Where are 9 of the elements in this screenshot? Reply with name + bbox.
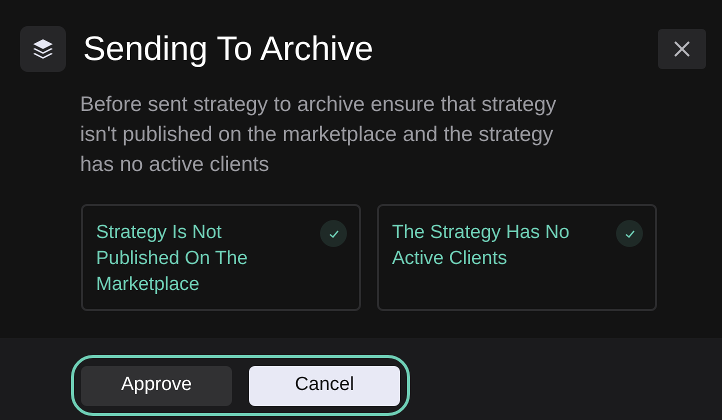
dialog-title: Sending To Archive [83, 32, 374, 66]
dialog-description: Before sent strategy to archive ensure that strategy isn't published on the marketplace and the strategy has no active clients [80, 92, 558, 178]
approve-button[interactable]: Approve [81, 366, 232, 406]
cancel-button[interactable]: Cancel [249, 366, 400, 406]
close-icon [672, 39, 692, 59]
close-button[interactable] [658, 29, 706, 69]
layers-icon [20, 26, 66, 72]
condition-label: The Strategy Has No Active Clients [392, 221, 570, 271]
condition-label: Strategy Is Not Published On The Marketplace [96, 221, 249, 297]
